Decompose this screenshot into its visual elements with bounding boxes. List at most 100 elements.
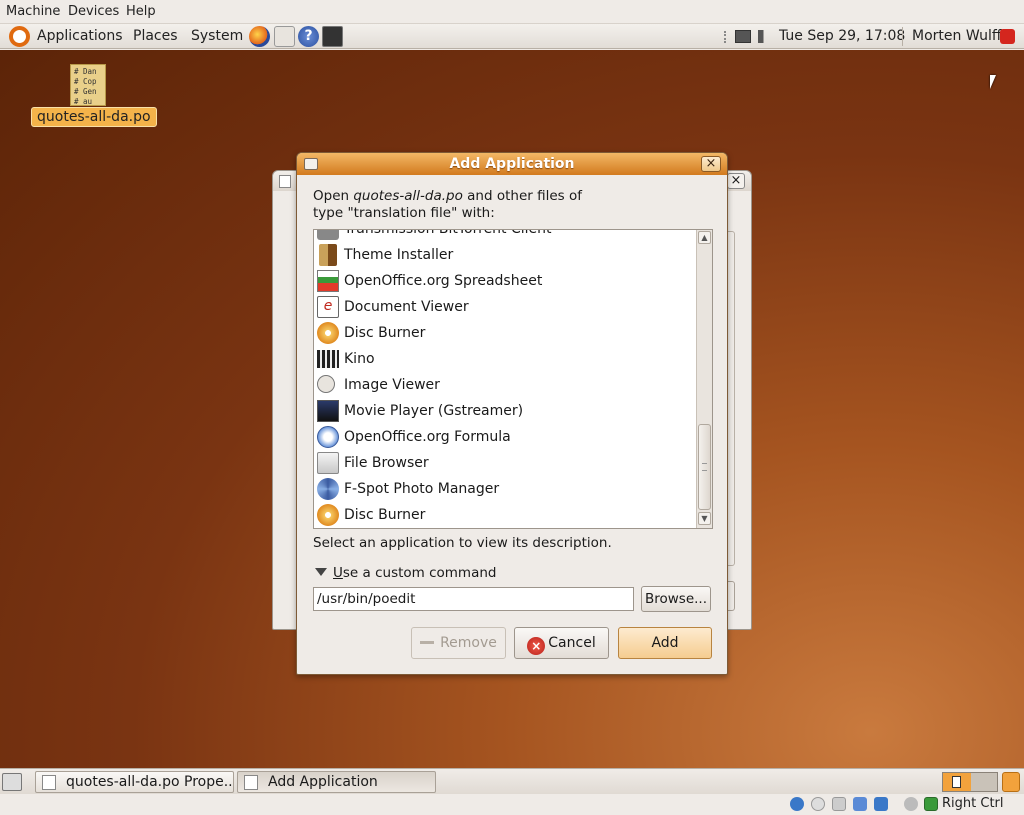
list-item[interactable]: OpenOffice.org Spreadsheet — [314, 268, 696, 294]
menu-help[interactable]: Help — [126, 4, 156, 19]
application-description: Select an application to view its descri… — [313, 535, 612, 551]
list-item[interactable]: File Browser — [314, 450, 696, 476]
list-item-label: Movie Player (Gstreamer) — [344, 403, 524, 419]
file-preview-line: # Gen — [74, 87, 97, 96]
list-item-label: Transmission BitTorrent Client — [344, 229, 552, 237]
cancel-icon: × — [527, 637, 546, 655]
theme-installer-icon — [319, 244, 337, 266]
properties-window-icon — [279, 175, 291, 188]
ubuntu-logo-icon — [9, 26, 30, 47]
network-adapter-icon[interactable] — [853, 797, 867, 811]
add-application-dialog: Add Application × Open quotes-all-da.po … — [296, 152, 728, 675]
mail-icon[interactable] — [274, 26, 295, 47]
cancel-button[interactable]: × Cancel — [514, 627, 609, 659]
user-name[interactable]: Morten Wulff — [912, 28, 1002, 44]
scroll-up-icon[interactable]: ▲ — [698, 231, 711, 244]
window-icon — [244, 775, 258, 790]
usb-icon[interactable] — [904, 797, 918, 811]
menu-machine[interactable]: Machine — [6, 4, 60, 19]
scroll-down-icon[interactable]: ▼ — [698, 512, 711, 525]
list-item-label: F-Spot Photo Manager — [344, 481, 500, 497]
menu-system[interactable]: System — [191, 28, 243, 44]
mouse-pointer-icon — [990, 75, 996, 89]
terminal-icon[interactable] — [322, 26, 343, 47]
volume-icon[interactable] — [758, 30, 772, 43]
trash-icon[interactable] — [1002, 772, 1020, 792]
intro-line2: type "translation file" with: — [313, 205, 495, 221]
file-preview-line: # au — [74, 97, 93, 106]
intro-prefix: Open — [313, 188, 354, 204]
add-button[interactable]: Add — [618, 627, 712, 659]
list-item[interactable]: F-Spot Photo Manager — [314, 476, 696, 502]
workspace-window-icon — [952, 776, 961, 788]
expander-arrow-icon — [315, 568, 327, 576]
application-list[interactable]: Transmission BitTorrent Client Theme Ins… — [313, 229, 713, 529]
show-desktop-icon[interactable] — [2, 773, 22, 791]
list-scrollbar[interactable]: ▲ ▼ — [696, 230, 712, 528]
list-item[interactable]: Theme Installer — [314, 242, 696, 268]
desktop-file-label[interactable]: quotes-all-da.po — [31, 107, 157, 127]
browse-button[interactable]: Browse... — [641, 586, 711, 612]
floppy-icon[interactable] — [832, 797, 846, 811]
list-item-label: Document Viewer — [344, 299, 469, 315]
movie-player-icon — [317, 400, 339, 422]
text-file-icon[interactable]: # Dan # Cop # Gen # au — [70, 64, 106, 106]
mouse-integration-icon[interactable] — [924, 797, 938, 811]
list-item[interactable]: OpenOffice.org Formula — [314, 424, 696, 450]
custom-command-input[interactable] — [313, 587, 634, 611]
list-item-label: Theme Installer — [344, 247, 454, 263]
intro-suffix: and other files of — [462, 188, 582, 204]
list-item[interactable]: Transmission BitTorrent Client — [314, 229, 696, 242]
host-key-label: Right Ctrl — [942, 796, 1004, 811]
expander-label: se a custom command — [342, 565, 497, 581]
scroll-thumb[interactable] — [698, 424, 711, 510]
clock[interactable]: Tue Sep 29, 17:08 — [779, 28, 905, 44]
menu-devices[interactable]: Devices — [68, 4, 119, 19]
network-icon[interactable] — [735, 30, 751, 43]
scroll-grip-icon — [702, 463, 707, 471]
spreadsheet-icon — [317, 270, 339, 292]
hard-disk-icon[interactable] — [790, 797, 804, 811]
list-item[interactable]: Movie Player (Gstreamer) — [314, 398, 696, 424]
task-add-application[interactable]: Add Application — [237, 771, 436, 793]
cancel-label: Cancel — [548, 635, 596, 651]
shutdown-icon[interactable] — [1000, 29, 1015, 44]
vbox-status-bar: Right Ctrl — [0, 794, 1024, 815]
menu-places[interactable]: Places — [133, 28, 178, 44]
transmission-icon — [317, 230, 339, 240]
disc-burner-icon — [317, 322, 339, 344]
document-icon — [42, 775, 56, 790]
file-preview-line: # Cop — [74, 77, 97, 86]
list-item[interactable]: Kino — [314, 346, 696, 372]
kino-icon — [317, 350, 339, 368]
list-item-label: Disc Burner — [344, 325, 426, 341]
task-properties[interactable]: quotes-all-da.po Prope... — [35, 771, 234, 793]
file-preview-line: # Dan — [74, 67, 97, 76]
workspace-1[interactable] — [943, 773, 971, 791]
menu-applications[interactable]: Applications — [37, 28, 123, 44]
list-item[interactable]: e Document Viewer — [314, 294, 696, 320]
remove-button[interactable]: Remove — [411, 627, 506, 659]
list-item[interactable]: Disc Burner — [314, 320, 696, 346]
dialog-titlebar[interactable]: Add Application × — [297, 153, 727, 175]
list-item[interactable]: Image Viewer — [314, 372, 696, 398]
list-item-label: OpenOffice.org Spreadsheet — [344, 273, 543, 289]
help-icon[interactable]: ? — [298, 26, 319, 47]
list-item-label: File Browser — [344, 455, 429, 471]
remove-label: Remove — [440, 635, 497, 651]
panel-separator — [902, 27, 903, 46]
dialog-intro: Open quotes-all-da.po and other files of… — [313, 188, 703, 222]
firefox-icon[interactable] — [249, 26, 270, 47]
list-item-label: Image Viewer — [344, 377, 440, 393]
cd-icon[interactable] — [811, 797, 825, 811]
list-item[interactable]: Disc Burner — [314, 502, 696, 528]
workspace-switcher[interactable] — [942, 772, 998, 792]
list-item-label: OpenOffice.org Formula — [344, 429, 511, 445]
image-viewer-icon — [317, 375, 335, 393]
properties-close-button[interactable]: × — [727, 173, 745, 189]
custom-command-expander[interactable]: Use a custom command — [315, 565, 496, 581]
disc-burner-icon — [317, 504, 339, 526]
dialog-close-button[interactable]: × — [701, 156, 721, 172]
shared-folder-icon[interactable] — [874, 797, 888, 811]
task-label: Add Application — [268, 774, 378, 790]
